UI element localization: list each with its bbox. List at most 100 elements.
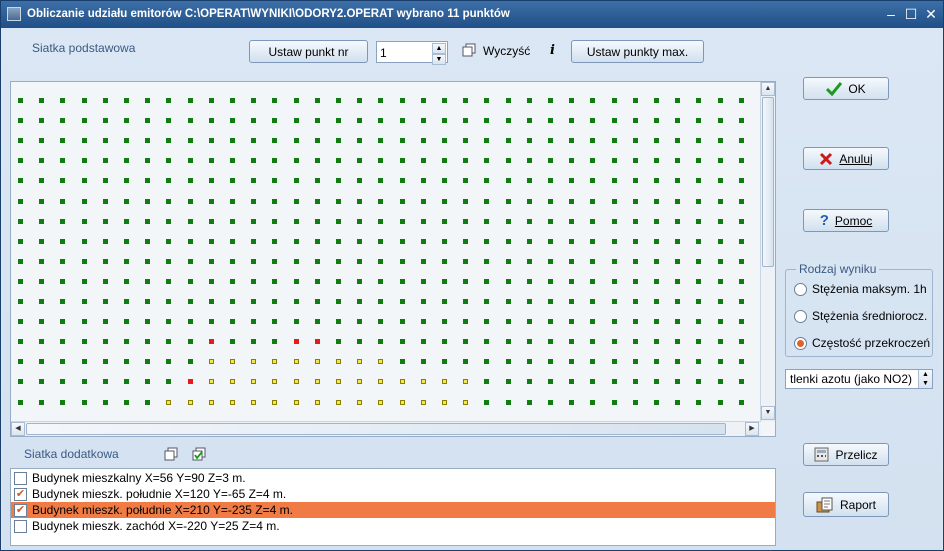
grid-point[interactable]	[717, 299, 723, 304]
grid-point[interactable]	[293, 118, 299, 124]
grid-point[interactable]	[124, 238, 129, 244]
grid-point[interactable]	[505, 218, 511, 224]
grid-point[interactable]	[314, 98, 320, 103]
recalc-button[interactable]: Przelicz	[803, 443, 889, 466]
grid-point[interactable]	[336, 118, 341, 124]
grid-point[interactable]	[39, 299, 45, 304]
grid-point[interactable]	[272, 238, 278, 244]
grid-point[interactable]	[166, 218, 172, 224]
grid-point[interactable]	[420, 359, 426, 365]
grid-point[interactable]	[145, 238, 151, 244]
grid-point[interactable]	[102, 138, 108, 144]
grid-point[interactable]	[39, 218, 45, 224]
grid-point[interactable]	[60, 238, 66, 244]
grid-point[interactable]	[336, 278, 341, 284]
close-icon[interactable]: ✕	[923, 6, 939, 22]
grid-point[interactable]	[39, 319, 45, 325]
grid-point[interactable]	[505, 118, 511, 124]
grid-point[interactable]	[526, 198, 532, 204]
grid-point[interactable]	[442, 158, 447, 164]
grid-point-exceeded[interactable]	[378, 379, 384, 385]
grid-point[interactable]	[442, 218, 447, 224]
grid-point[interactable]	[145, 118, 151, 124]
grid-point[interactable]	[230, 218, 235, 224]
horizontal-scroll-thumb[interactable]	[26, 423, 726, 435]
grid-point[interactable]	[357, 299, 363, 304]
grid-point[interactable]	[81, 158, 87, 164]
grid-point[interactable]	[526, 278, 532, 284]
grid-point[interactable]	[484, 399, 490, 405]
grid-point[interactable]	[166, 238, 172, 244]
grid-point[interactable]	[696, 399, 702, 405]
grid-point[interactable]	[357, 198, 363, 204]
grid-point[interactable]	[632, 319, 638, 325]
grid-point[interactable]	[590, 238, 596, 244]
grid-point[interactable]	[102, 399, 108, 405]
grid-point[interactable]	[590, 278, 596, 284]
grid-point[interactable]	[420, 178, 426, 184]
grid-point[interactable]	[166, 319, 172, 325]
grid-point[interactable]	[738, 339, 744, 345]
grid-point[interactable]	[675, 278, 681, 284]
grid-point[interactable]	[569, 118, 575, 124]
grid-point[interactable]	[166, 278, 172, 284]
grid-point[interactable]	[336, 178, 341, 184]
grid-point[interactable]	[611, 178, 617, 184]
grid-point[interactable]	[230, 198, 235, 204]
grid-point[interactable]	[124, 299, 129, 304]
scroll-left-icon[interactable]: ◀	[11, 422, 25, 436]
grid-point[interactable]	[569, 138, 575, 144]
grid-point-selected[interactable]	[293, 339, 299, 345]
grid-point[interactable]	[251, 98, 257, 103]
radio-annual[interactable]: Stężenia średniorocz.	[794, 309, 927, 323]
grid-point[interactable]	[145, 198, 151, 204]
grid-point[interactable]	[442, 299, 447, 304]
grid-point[interactable]	[399, 218, 405, 224]
grid-point[interactable]	[251, 118, 257, 124]
grid-point[interactable]	[463, 238, 469, 244]
grid-point[interactable]	[654, 218, 659, 224]
grid-point[interactable]	[590, 138, 596, 144]
grid-point[interactable]	[378, 198, 384, 204]
grid-point-exceeded[interactable]	[187, 399, 193, 405]
grid-point[interactable]	[526, 359, 532, 365]
grid-point[interactable]	[336, 299, 341, 304]
grid-point[interactable]	[505, 258, 511, 264]
grid-point[interactable]	[463, 138, 469, 144]
grid-point[interactable]	[717, 379, 723, 385]
grid-point[interactable]	[39, 138, 45, 144]
grid-point[interactable]	[230, 98, 235, 103]
grid-point[interactable]	[18, 359, 23, 365]
grid-point[interactable]	[251, 198, 257, 204]
grid-point[interactable]	[378, 178, 384, 184]
grid-point[interactable]	[39, 98, 45, 103]
grid-point[interactable]	[81, 138, 87, 144]
grid-point[interactable]	[145, 299, 151, 304]
grid-point[interactable]	[81, 379, 87, 385]
grid-point[interactable]	[484, 218, 490, 224]
grid-point-selected[interactable]	[187, 379, 193, 385]
grid-point[interactable]	[654, 258, 659, 264]
grid-point-exceeded[interactable]	[251, 359, 257, 365]
grid-point[interactable]	[420, 138, 426, 144]
grid-point[interactable]	[293, 299, 299, 304]
grid-point[interactable]	[145, 319, 151, 325]
grid-point[interactable]	[675, 339, 681, 345]
grid-point[interactable]	[738, 118, 744, 124]
grid-point[interactable]	[548, 198, 553, 204]
grid-point[interactable]	[675, 218, 681, 224]
grid-point[interactable]	[336, 218, 341, 224]
grid-point[interactable]	[272, 198, 278, 204]
grid-point-exceeded[interactable]	[420, 379, 426, 385]
grid-point[interactable]	[208, 218, 214, 224]
grid-point-exceeded[interactable]	[336, 399, 341, 405]
grid-point[interactable]	[208, 238, 214, 244]
grid-point[interactable]	[611, 299, 617, 304]
grid-point[interactable]	[590, 399, 596, 405]
grid-point[interactable]	[124, 278, 129, 284]
grid-point[interactable]	[399, 138, 405, 144]
grid-point[interactable]	[654, 379, 659, 385]
grid-point[interactable]	[632, 198, 638, 204]
grid-point[interactable]	[654, 319, 659, 325]
grid-point[interactable]	[611, 399, 617, 405]
